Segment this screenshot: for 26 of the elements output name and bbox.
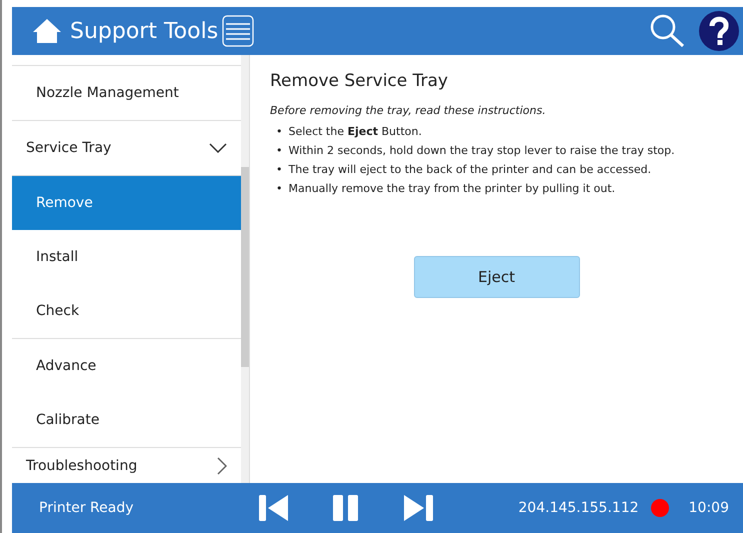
bullet: • [276,162,282,178]
menu-item[interactable]: Remove [12,176,241,230]
bullet: • [276,144,282,159]
instruction-step: Select the Eject Button. [288,125,422,140]
instruction-step: Manually remove the tray from the printer by pulling it out. [288,182,616,196]
search-icon[interactable] [649,14,685,48]
ip-address: 204.145.155.112 [518,498,639,518]
pause-icon[interactable] [332,495,359,521]
page-title: Remove Service Tray [270,70,449,93]
previous-icon[interactable] [258,495,289,521]
eject-button[interactable]: Eject [414,256,580,298]
chevron-icon [217,457,227,475]
clock-time: 10:09 [688,498,729,518]
status-text: Printer Ready [39,498,134,518]
instruction-step: Within 2 seconds, hold down the tray stop lever to raise the tray stop. [288,144,675,159]
app-title: Support Tools [70,18,218,46]
next-icon[interactable] [402,495,433,521]
home-icon[interactable] [32,18,62,44]
instructions-intro: Before removing the tray, read these instructions. [270,102,547,118]
bullet: • [276,182,282,196]
menu-icon[interactable] [222,15,254,47]
instruction-step: The tray will eject to the back of the printer and can be accessed. [288,162,652,178]
bullet: • [276,125,282,140]
help-icon[interactable] [699,11,739,51]
chevron-icon [209,143,227,153]
scrollbar-thumb[interactable] [241,167,249,367]
